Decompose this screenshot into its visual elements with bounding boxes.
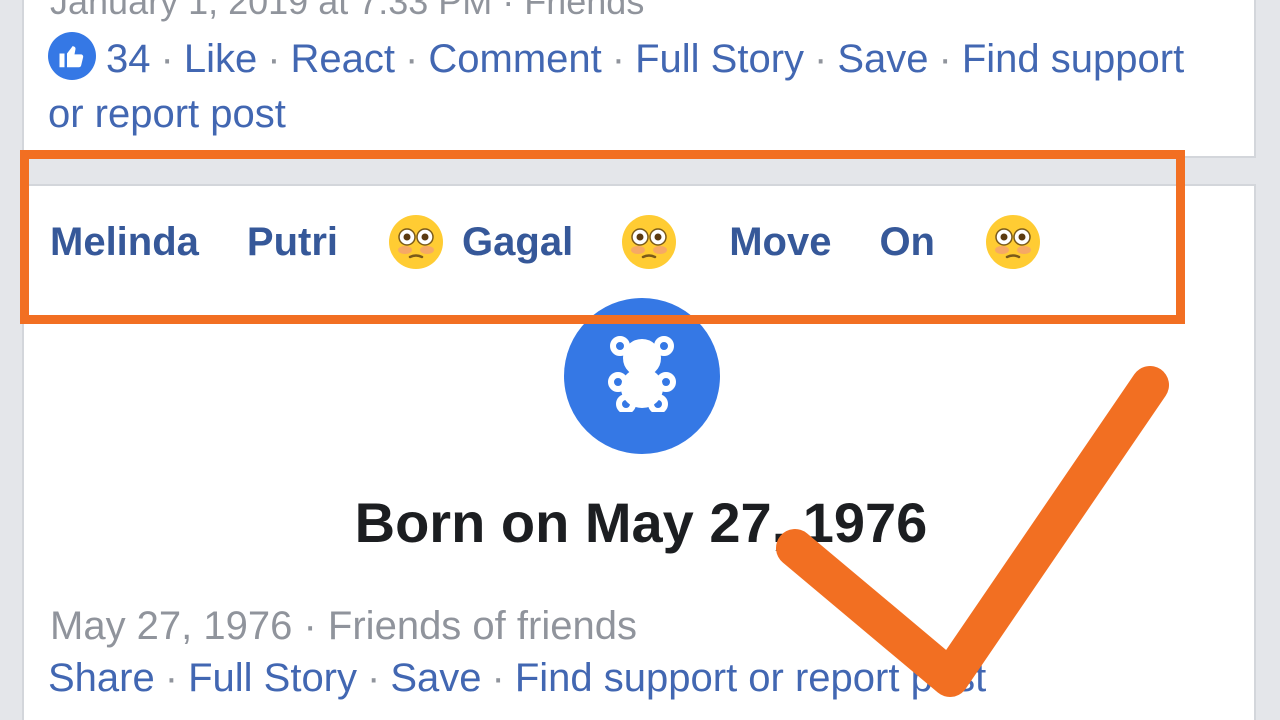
name-word[interactable]: Move	[729, 220, 831, 265]
previous-post-card: January 1, 2019 at 7:33 PM · Friends 34 ·…	[22, 0, 1256, 158]
teddy-bear-icon	[564, 298, 720, 454]
flushed-face-emoji-icon	[621, 214, 677, 270]
like-link[interactable]: Like	[184, 37, 257, 81]
save-link[interactable]: Save	[390, 656, 481, 700]
separator-dot: ·	[405, 37, 419, 81]
name-word[interactable]: Putri	[247, 220, 338, 265]
thumbs-up-icon[interactable]	[48, 32, 96, 80]
separator-dot: ·	[491, 656, 505, 700]
profile-name-row[interactable]: Melinda Putri Gagal Move On	[50, 214, 1041, 270]
like-count[interactable]: 34	[106, 37, 151, 81]
flushed-face-emoji-icon	[388, 214, 444, 270]
name-word[interactable]: Gagal	[462, 220, 573, 265]
separator-dot: ·	[814, 37, 828, 81]
separator-dot: ·	[611, 37, 626, 81]
name-word[interactable]: Melinda	[50, 220, 199, 265]
separator-dot: ·	[938, 37, 952, 81]
flushed-face-emoji-icon	[985, 214, 1041, 270]
post-meta: January 1, 2019 at 7:33 PM · Friends	[50, 0, 645, 22]
separator-dot: ·	[164, 656, 179, 700]
report-post-link[interactable]: Find support or report post	[515, 656, 986, 700]
facebook-mobile-timeline: January 1, 2019 at 7:33 PM · Friends 34 ·…	[0, 0, 1280, 720]
life-event-card: Melinda Putri Gagal Move On Born on May …	[22, 184, 1256, 720]
post-actions: 34 · Like · React · Comment · Full Story · Save · Fi…	[48, 32, 1218, 142]
life-event-meta: May 27, 1976 · Friends of friends	[50, 604, 637, 648]
separator-dot: ·	[267, 37, 281, 81]
comment-link[interactable]: Comment	[428, 37, 601, 81]
separator-dot: ·	[160, 37, 174, 81]
life-event-title[interactable]: Born on May 27, 1976	[24, 490, 1258, 555]
react-link[interactable]: React	[291, 37, 396, 81]
full-story-link[interactable]: Full Story	[188, 656, 357, 700]
life-event-actions: Share · Full Story · Save · Find support or re…	[48, 656, 986, 701]
full-story-link[interactable]: Full Story	[635, 37, 804, 81]
save-link[interactable]: Save	[837, 37, 928, 81]
name-word[interactable]: On	[879, 220, 935, 265]
share-link[interactable]: Share	[48, 656, 155, 700]
separator-dot: ·	[367, 656, 381, 700]
